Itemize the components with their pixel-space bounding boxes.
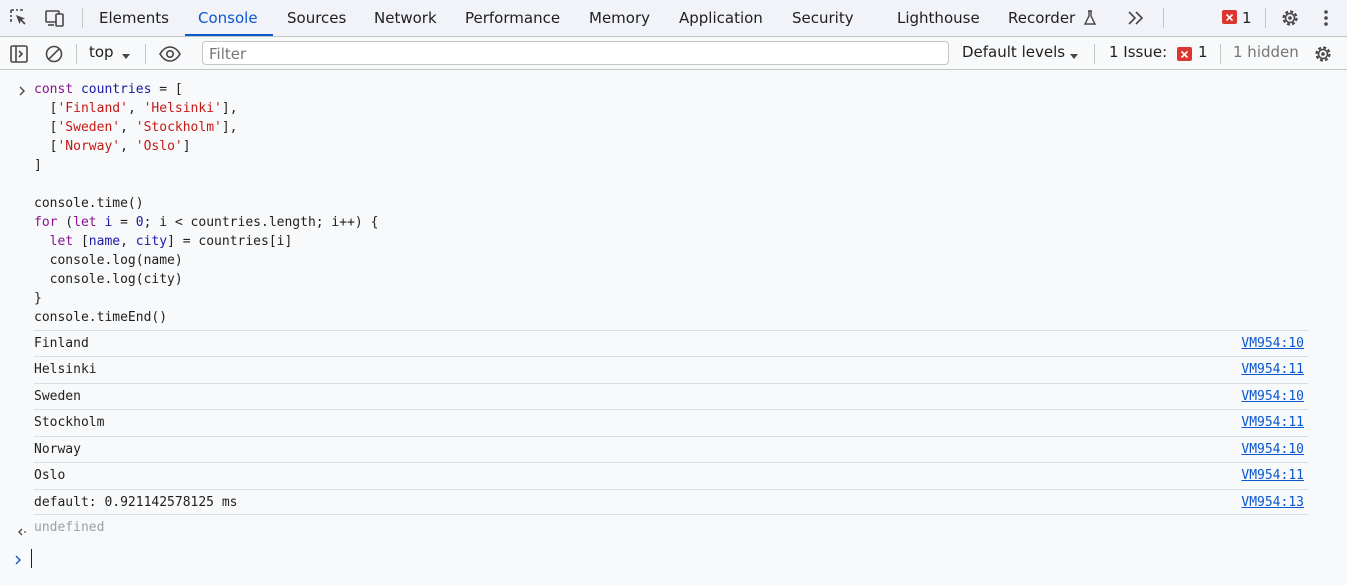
log-source-link[interactable]: VM954:13 — [1241, 495, 1304, 510]
more-tabs-icon[interactable] — [1127, 8, 1147, 28]
sidebar-toggle-icon[interactable] — [9, 44, 29, 64]
tab-sources[interactable]: Sources — [287, 0, 346, 36]
clear-console-icon[interactable] — [44, 44, 64, 64]
inspect-element-icon[interactable] — [9, 8, 29, 28]
log-entry: Finland VM954:10 — [34, 330, 1308, 356]
result-arrow-icon — [16, 523, 28, 542]
log-source-link[interactable]: VM954:11 — [1241, 415, 1304, 430]
tab-memory[interactable]: Memory — [589, 0, 650, 36]
tab-security[interactable]: Security — [792, 0, 854, 36]
log-source-link[interactable]: VM954:10 — [1241, 389, 1304, 404]
log-source-link[interactable]: VM954:11 — [1241, 468, 1304, 483]
context-selector-label: top — [89, 43, 114, 61]
log-message: Finland — [34, 336, 89, 351]
log-source-link[interactable]: VM954:11 — [1241, 362, 1304, 377]
log-message: Sweden — [34, 389, 81, 404]
tab-lighthouse[interactable]: Lighthouse — [897, 0, 980, 36]
console-output: const countries = [ ['Finland', 'Helsink… — [0, 70, 1347, 585]
log-message: Helsinki — [34, 362, 97, 377]
log-message: Stockholm — [34, 415, 105, 430]
settings-gear-icon[interactable] — [1280, 8, 1300, 28]
device-toolbar-icon[interactable] — [44, 8, 64, 28]
issues-button[interactable]: 1 Issue: — [1109, 43, 1167, 61]
log-message: Oslo — [34, 468, 66, 483]
issues-count: 1 — [1198, 43, 1208, 61]
devtools-tab-bar: Elements Console Sources Network Perform… — [0, 0, 1347, 37]
tab-console[interactable]: Console — [198, 0, 258, 36]
log-source-link[interactable]: VM954:10 — [1241, 442, 1304, 457]
input-chevron-icon — [13, 551, 23, 570]
result-value: undefined — [34, 520, 105, 535]
eye-icon[interactable] — [158, 44, 182, 64]
console-prompt-input[interactable] — [31, 549, 32, 568]
context-selector[interactable]: top — [89, 43, 114, 61]
hidden-messages-count: 1 hidden — [1233, 43, 1299, 61]
toolbar-divider — [1094, 44, 1095, 64]
log-message: Norway — [34, 442, 81, 457]
log-entry: default: 0.921142578125 ms VM954:13 — [34, 489, 1308, 515]
log-levels-dropdown[interactable]: Default levels — [962, 43, 1065, 61]
error-badge-icon — [1177, 47, 1192, 61]
console-toolbar: top Default levels 1 Issue: 1 1 hidden — [0, 37, 1347, 70]
log-entry: Oslo VM954:11 — [34, 462, 1308, 488]
log-entry: Norway VM954:10 — [34, 436, 1308, 462]
tab-recorder[interactable]: Recorder — [1008, 0, 1097, 36]
dropdown-arrow-icon[interactable] — [120, 48, 132, 60]
tab-performance[interactable]: Performance — [465, 0, 560, 36]
more-vertical-icon[interactable] — [1316, 8, 1336, 28]
toolbar-divider — [82, 8, 83, 28]
toolbar-divider — [145, 44, 146, 64]
error-count[interactable]: 1 — [1242, 0, 1252, 36]
expand-chevron-icon[interactable] — [17, 82, 27, 101]
tab-application[interactable]: Application — [679, 0, 763, 36]
flask-icon — [1083, 3, 1097, 40]
error-badge-icon[interactable] — [1222, 10, 1237, 24]
active-tab-indicator — [185, 34, 273, 36]
log-entry: Stockholm VM954:11 — [34, 409, 1308, 435]
log-message: default: 0.921142578125 ms — [34, 495, 238, 510]
log-entry: Helsinki VM954:11 — [34, 356, 1308, 382]
tab-elements[interactable]: Elements — [99, 0, 169, 36]
dropdown-arrow-icon[interactable] — [1068, 48, 1080, 60]
filter-input[interactable] — [202, 41, 949, 65]
toolbar-divider — [1163, 8, 1164, 28]
tab-recorder-label: Recorder — [1008, 9, 1076, 27]
log-source-link[interactable]: VM954:10 — [1241, 336, 1304, 351]
log-levels-label: Default levels — [962, 43, 1066, 61]
code-input-echo: const countries = [ ['Finland', 'Helsink… — [34, 82, 379, 325]
log-entry: Sweden VM954:10 — [34, 383, 1308, 409]
tab-network[interactable]: Network — [374, 0, 437, 36]
settings-gear-icon[interactable] — [1313, 44, 1333, 64]
toolbar-divider — [1265, 8, 1266, 28]
toolbar-divider — [1220, 44, 1221, 64]
toolbar-divider — [76, 44, 77, 64]
issues-label: 1 Issue: — [1109, 43, 1168, 61]
